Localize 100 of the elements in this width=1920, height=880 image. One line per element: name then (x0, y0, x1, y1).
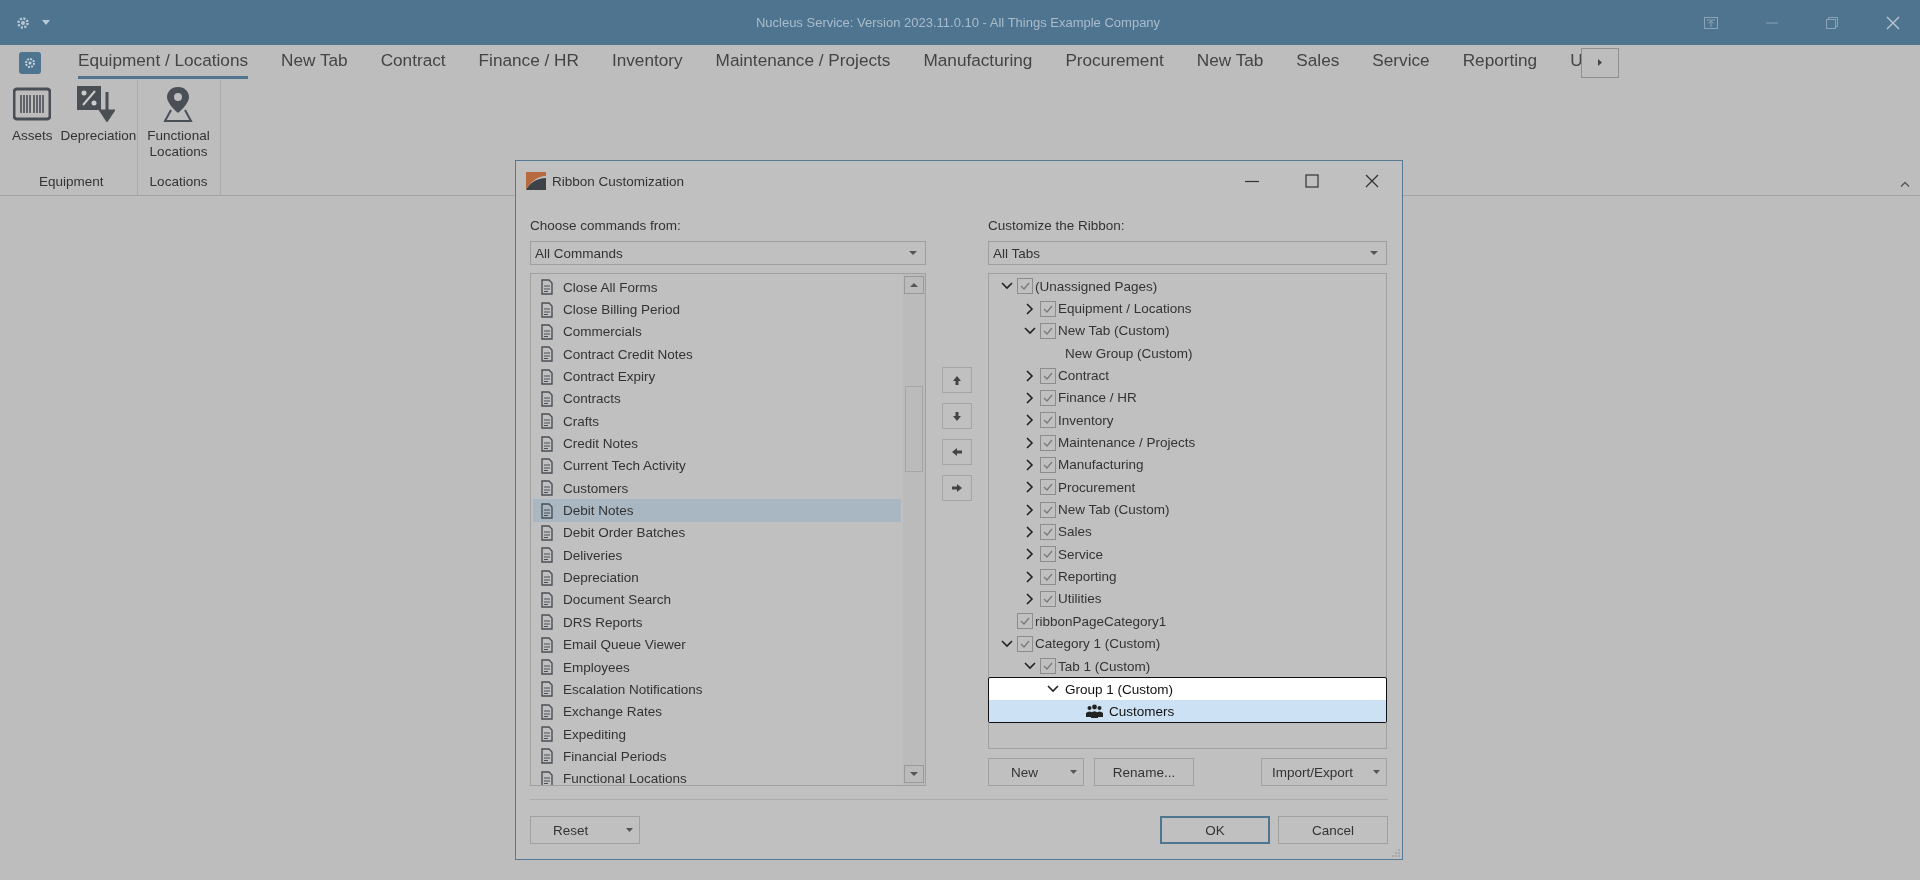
tree-item[interactable]: New Tab (Custom) (989, 319, 1386, 343)
list-item[interactable]: Deliveries (533, 544, 901, 567)
list-item[interactable]: Debit Notes (533, 499, 901, 522)
ribbon-tab[interactable]: Equipment / Locations (78, 46, 249, 79)
tree-item[interactable]: Finance / HR (989, 386, 1386, 410)
list-item[interactable]: Current Tech Activity (533, 454, 901, 478)
list-item[interactable]: Employees (533, 655, 901, 679)
list-item[interactable]: Close All Forms (533, 276, 901, 299)
ribbon-tab[interactable]: New Tab (281, 46, 348, 79)
document-icon (539, 614, 555, 631)
split-button[interactable]: Import/Export (1261, 758, 1387, 786)
cancel-button[interactable]: Cancel (1278, 816, 1388, 844)
pin-icon (1704, 16, 1718, 29)
ribbon-command[interactable]: Assets (10, 86, 55, 144)
list-item[interactable]: Expediting (533, 722, 901, 746)
tree-item[interactable]: New Tab (Custom) (989, 498, 1386, 521)
tree-item[interactable]: Customers (989, 700, 1386, 723)
caret-icon (1370, 251, 1378, 255)
tree-item[interactable]: ribbonPageCategory1 (989, 610, 1386, 633)
document-icon (539, 457, 555, 474)
ribbon-tab[interactable]: Procurement (1065, 46, 1164, 79)
move-down-icon (952, 410, 962, 422)
document-icon (539, 390, 555, 407)
tree-item[interactable]: New Group (Custom) (989, 342, 1386, 365)
list-item[interactable]: Financial Periods (533, 745, 901, 768)
tree-item[interactable]: Category 1 (Custom) (989, 632, 1386, 655)
ribbon-tab[interactable]: Sales (1296, 46, 1340, 79)
ribbon-tab[interactable]: Reporting (1462, 46, 1538, 79)
dropdown-field[interactable]: All Tabs (988, 241, 1387, 265)
list-item[interactable]: Depreciation (533, 566, 901, 589)
list-item[interactable]: Contract Expiry (533, 365, 901, 388)
ribbon-tab[interactable]: Inventory (611, 46, 683, 79)
list-item[interactable]: Close Billing Period (533, 298, 901, 321)
list-item[interactable]: DRS Reports (533, 611, 901, 634)
maximize-icon (1305, 174, 1319, 188)
field-label: Customize the Ribbon: (988, 217, 1126, 235)
app-menu-button[interactable] (19, 51, 41, 74)
button[interactable]: Rename... (1094, 758, 1194, 786)
list-item[interactable]: Debit Order Batches (533, 521, 901, 545)
document-icon (539, 368, 555, 385)
document-icon (539, 770, 555, 785)
split-button[interactable]: New (988, 758, 1084, 786)
ribbon-tab[interactable]: Service (1372, 46, 1430, 79)
ribbon-tab[interactable]: Finance / HR (478, 46, 579, 79)
tree-item[interactable]: Utilities (989, 587, 1386, 611)
list-item[interactable]: Functional Locations (533, 767, 901, 785)
tree-item[interactable]: Equipment / Locations (989, 297, 1386, 320)
list-item[interactable]: Credit Notes (533, 432, 901, 455)
list-item[interactable]: Commercials (533, 320, 901, 344)
app-logo-icon (526, 172, 546, 190)
tree-item[interactable]: Tab 1 (Custom) (989, 654, 1386, 678)
list-item[interactable]: Contracts (533, 387, 901, 411)
move-right-button[interactable] (942, 475, 972, 501)
move-up-button[interactable] (942, 367, 972, 393)
gear-icon (24, 56, 36, 69)
list-item[interactable]: Customers (533, 477, 901, 500)
dropdown-field[interactable]: All Commands (530, 241, 926, 265)
tree-item[interactable]: Group 1 (Custom) (989, 678, 1386, 701)
split-button[interactable]: Reset (530, 816, 640, 844)
ok-button[interactable]: OK (1160, 816, 1270, 844)
document-icon (539, 681, 555, 698)
ribbon-tab[interactable]: U (1570, 46, 1583, 79)
document-icon (539, 659, 555, 675)
list-item[interactable]: Document Search (533, 588, 901, 612)
tree-item[interactable]: Procurement (989, 476, 1386, 499)
document-icon (539, 279, 555, 296)
scrollbar[interactable] (903, 274, 925, 785)
ribbon-command[interactable]: Functional Locations (141, 86, 216, 160)
caret-icon (626, 828, 633, 832)
ribbon-tab[interactable]: Manufacturing (923, 46, 1033, 79)
document-icon (539, 748, 555, 765)
tree-item[interactable]: Reporting (989, 565, 1386, 588)
list-item[interactable]: Exchange Rates (533, 700, 901, 723)
list-item[interactable]: Email Queue Viewer (533, 633, 901, 656)
people-icon (1086, 704, 1103, 719)
collapse-ribbon-icon (1900, 181, 1910, 187)
document-icon (539, 502, 555, 519)
tree-item[interactable]: (Unassigned Pages) (989, 275, 1386, 298)
tree-item[interactable]: Contract (989, 364, 1386, 387)
move-up-icon (952, 374, 962, 386)
document-icon (539, 547, 555, 564)
document-icon (539, 569, 555, 586)
resize-grip-icon (1392, 849, 1400, 857)
tree-item[interactable]: Inventory (989, 409, 1386, 432)
list-item[interactable]: Escalation Notifications (533, 678, 901, 701)
move-left-button[interactable] (942, 439, 972, 465)
tree-item[interactable]: Sales (989, 520, 1386, 544)
list-item[interactable]: Crafts (533, 410, 901, 433)
ribbon-tab[interactable]: New Tab (1196, 46, 1264, 79)
field-label: Choose commands from: (530, 217, 682, 235)
ribbon-tab[interactable]: Contract (380, 46, 446, 79)
tree-item[interactable]: Service (989, 543, 1386, 566)
document-icon (539, 636, 555, 653)
tree-item[interactable]: Maintenance / Projects (989, 431, 1386, 454)
move-left-icon (952, 446, 962, 458)
move-down-button[interactable] (942, 403, 972, 429)
document-icon (539, 301, 555, 318)
ribbon-tab[interactable]: Maintenance / Projects (715, 46, 891, 79)
tree-item[interactable]: Manufacturing (989, 453, 1386, 477)
list-item[interactable]: Contract Credit Notes (533, 343, 901, 366)
